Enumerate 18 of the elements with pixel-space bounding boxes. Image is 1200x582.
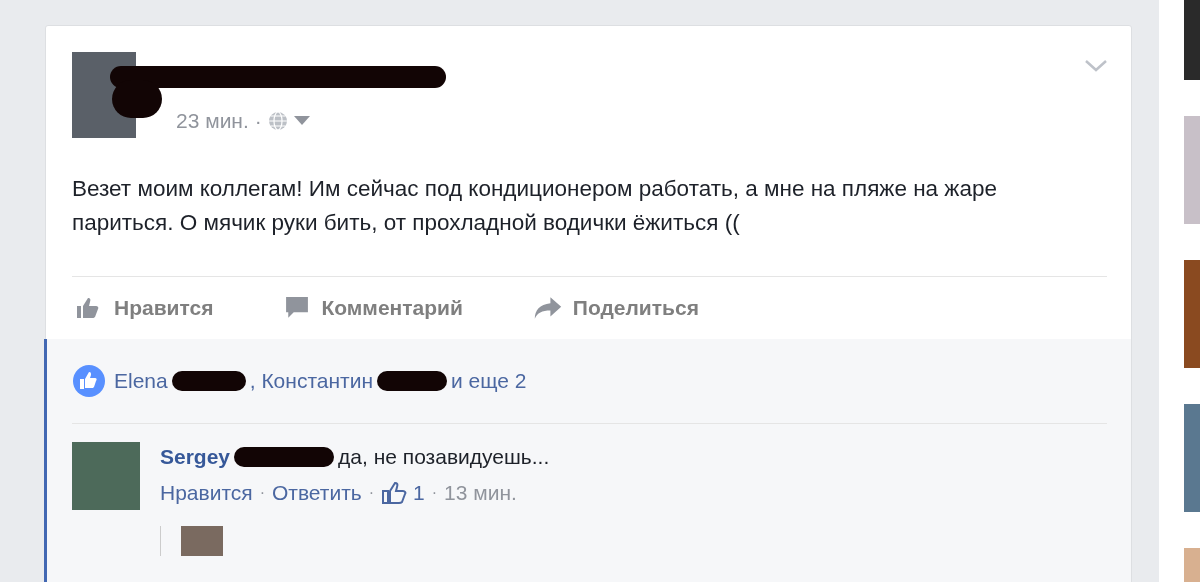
comment-text: да, не позавидуешь... <box>338 445 550 469</box>
reply-link[interactable]: Ответить <box>272 481 362 505</box>
like-count: 1 <box>413 481 425 505</box>
post-time: 23 мин. <box>176 108 249 133</box>
comment-time: 13 мин. <box>444 481 517 505</box>
liker-names[interactable]: , Константин <box>249 369 373 393</box>
like-button[interactable]: Нравится <box>72 296 214 320</box>
separator-dot: · <box>259 484 265 502</box>
separator-dot: · <box>254 108 262 133</box>
separator-dot: · <box>368 484 375 502</box>
comment-author[interactable]: Sergey <box>160 445 231 469</box>
like-link[interactable]: Нравится <box>160 481 253 505</box>
post-text: Везет моим коллегам! Им сейчас под кондиционером работать, а мне на пляже на жаре париться. О мячик руки бить, от прохладной водички ёжиться (( <box>72 175 998 237</box>
liker-names[interactable]: Elena <box>114 369 168 393</box>
liker-names[interactable]: и еще 2 <box>451 369 527 393</box>
separator-dot: · <box>431 484 438 502</box>
share-button[interactable]: Поделиться <box>532 296 699 320</box>
comment-button[interactable]: Комментарий <box>283 296 463 320</box>
